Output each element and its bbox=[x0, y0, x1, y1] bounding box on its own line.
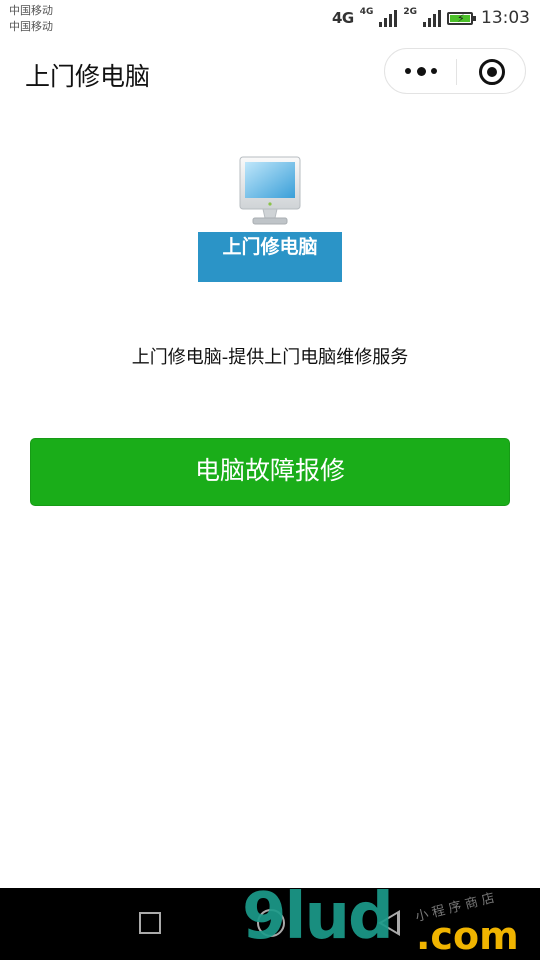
service-description: 上门修电脑-提供上门电脑维修服务 bbox=[131, 347, 409, 368]
carrier-labels: 中国移动 中国移动 bbox=[9, 3, 53, 35]
watermark-domain: .com bbox=[416, 914, 519, 958]
watermark: 9lud 小程序商店 .com bbox=[238, 880, 540, 960]
battery-charging-icon: ⚡ bbox=[447, 11, 476, 25]
computer-monitor-icon bbox=[239, 156, 301, 225]
status-bar: 中国移动 中国移动 4G 4G 2G ⚡ 13:03 bbox=[0, 0, 540, 38]
network-type-3: 2G bbox=[403, 7, 417, 17]
status-time: 13:03 bbox=[481, 8, 530, 28]
nav-bar: 上门修电脑 bbox=[0, 38, 540, 108]
signal-icon-2 bbox=[423, 9, 441, 27]
mini-program-capsule bbox=[384, 48, 526, 94]
recent-apps-icon[interactable] bbox=[139, 912, 161, 934]
carrier-2: 中国移动 bbox=[9, 20, 53, 33]
status-icons: 4G 4G 2G ⚡ 13:03 bbox=[332, 6, 530, 30]
carrier-1: 中国移动 bbox=[9, 4, 53, 17]
logo-text: 上门修电脑 bbox=[222, 236, 318, 258]
target-circle-icon[interactable] bbox=[479, 59, 505, 85]
report-repair-button[interactable]: 电脑故障报修 bbox=[30, 438, 510, 506]
more-dots-icon[interactable] bbox=[405, 61, 437, 81]
watermark-main: 9lud bbox=[242, 880, 394, 954]
logo: 上门修电脑 bbox=[198, 154, 342, 282]
network-type-1: 4G bbox=[331, 9, 354, 27]
capsule-divider bbox=[456, 59, 457, 85]
signal-icon bbox=[379, 9, 398, 27]
logo-banner: 上门修电脑 bbox=[198, 232, 342, 282]
network-type-2: 4G bbox=[359, 7, 374, 17]
page-title: 上门修电脑 bbox=[25, 62, 151, 91]
